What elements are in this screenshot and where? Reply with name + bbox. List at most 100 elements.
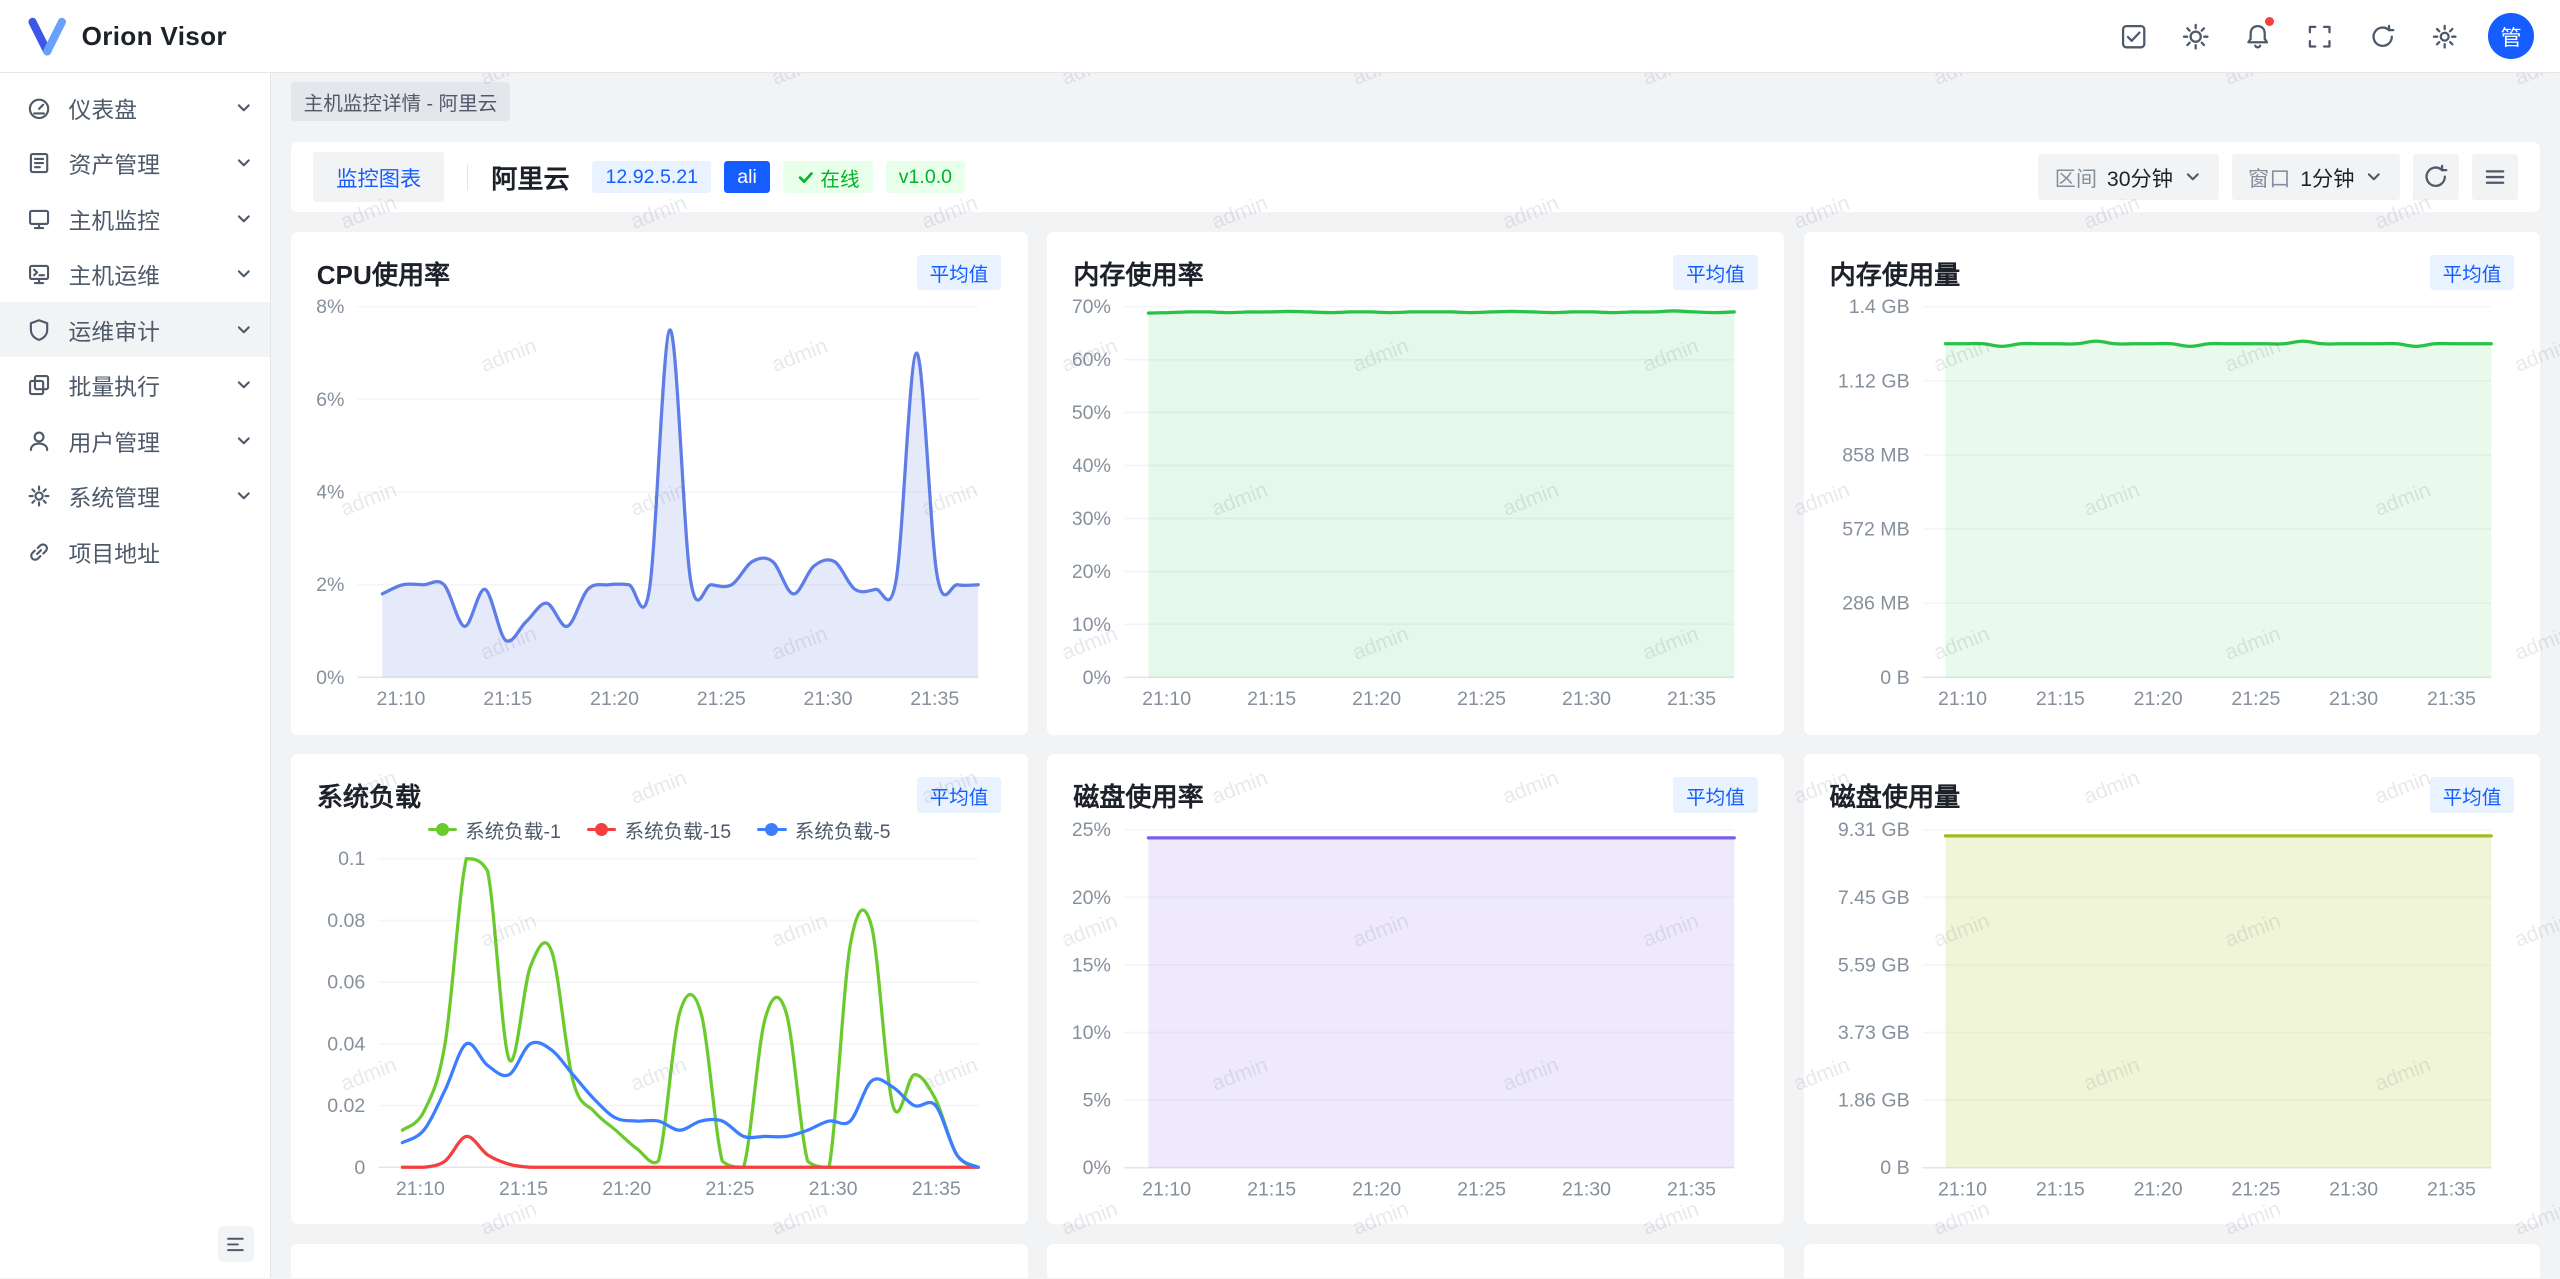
chart-plot-area[interactable]: 0.10.080.060.040.02021:1021:1521:2021:25… [317, 844, 1002, 1203]
window-select-label: 窗口 [2248, 162, 2290, 193]
main-content: 监控图表 阿里云 12.92.5.21 ali 在线 v1.0.0 区间 [271, 122, 2560, 1278]
breadcrumb[interactable]: 主机监控详情 - 阿里云 [291, 82, 511, 121]
theme-toggle-button[interactable] [2172, 12, 2221, 61]
chart-plot-area[interactable]: 70%60%50%40%30%20%10%0%21:1021:1521:2021… [1073, 292, 1758, 713]
notifications-button[interactable] [2234, 12, 2283, 61]
svg-text:20%: 20% [1073, 561, 1111, 583]
chevron-down-icon [234, 486, 254, 506]
svg-text:21:10: 21:10 [1938, 688, 1987, 710]
chart-legend: 系统负载-1 系统负载-15 系统负载-5 [317, 815, 1002, 844]
sidebar-item-label: 主机运维 [69, 257, 218, 291]
chart-card-4: 系统负载 平均值系统负载-1 系统负载-15 系统负载-50.10.080.060.0… [291, 754, 1028, 1224]
chart-canvas: 0.10.080.060.040.02021:1021:1521:2021:25… [317, 844, 1001, 1203]
chart-card-3: 内存使用量平均值1.4 GB1.12 GB858 MB572 MB286 MB0… [1804, 232, 2541, 735]
sidebar-item-label: 资产管理 [69, 146, 218, 180]
chevron-down-icon [234, 320, 254, 340]
interval-select[interactable]: 区间 30分钟 [2038, 154, 2218, 200]
sidebar-item-batch-exec[interactable]: 批量执行 [0, 357, 270, 413]
divider [467, 164, 469, 190]
legend-marker-icon [428, 823, 457, 836]
charts-row-2: 系统负载 平均值系统负载-1 系统负载-15 系统负载-50.10.080.060.0… [291, 754, 2541, 1224]
svg-text:21:10: 21:10 [1938, 1178, 1987, 1200]
svg-text:858 MB: 858 MB [1842, 445, 1909, 467]
svg-text:21:20: 21:20 [2133, 1178, 2182, 1200]
logo-icon [26, 17, 68, 56]
sidebar-item-user-mgmt[interactable]: 用户管理 [0, 413, 270, 469]
chart-plot-area[interactable]: 25%20%15%10%5%0%21:1021:1521:2021:2521:3… [1073, 815, 1758, 1204]
sidebar-item-host-ops[interactable]: 主机运维 [0, 246, 270, 302]
chart-title: 磁盘使用率 [1073, 776, 1204, 814]
chart-card-6: 磁盘使用量平均值9.31 GB7.45 GB5.59 GB3.73 GB1.86… [1804, 754, 2541, 1224]
avg-value-badge: 平均值 [917, 777, 1002, 813]
svg-text:21:30: 21:30 [2329, 688, 2378, 710]
sidebar-item-system-mgmt[interactable]: 系统管理 [0, 468, 270, 524]
sidebar-item-assets[interactable]: 资产管理 [0, 135, 270, 191]
legend-item[interactable]: 系统负载-1 [428, 815, 561, 844]
dashboard-icon [26, 95, 52, 121]
svg-text:70%: 70% [1073, 296, 1111, 318]
host-toolbar: 监控图表 阿里云 12.92.5.21 ali 在线 v1.0.0 区间 [291, 142, 2541, 212]
reload-button[interactable] [2358, 12, 2407, 61]
chart-title: 系统负载 [317, 776, 421, 814]
legend-item[interactable]: 系统负载-5 [757, 815, 890, 844]
host-ip-tag: 12.92.5.21 [592, 161, 711, 194]
user-avatar[interactable]: 管 [2488, 13, 2534, 59]
chart-card-partial [1047, 1244, 1784, 1278]
assets-icon [26, 150, 52, 176]
legend-item[interactable]: 系统负载-15 [587, 815, 731, 844]
chart-canvas: 25%20%15%10%5%0%21:1021:1521:2021:2521:3… [1073, 815, 1757, 1204]
sidebar-item-label: 运维审计 [69, 313, 218, 347]
sidebar-item-host-monitor[interactable]: 主机监控 [0, 191, 270, 247]
sidebar-item-label: 批量执行 [69, 368, 218, 402]
chart-title: 内存使用率 [1073, 254, 1204, 292]
svg-text:0: 0 [354, 1157, 365, 1179]
svg-text:0%: 0% [317, 667, 344, 689]
chevron-down-icon [2364, 167, 2384, 187]
svg-text:10%: 10% [1073, 614, 1111, 636]
chevron-down-icon [234, 264, 254, 284]
window-select[interactable]: 窗口 1分钟 [2232, 154, 2400, 200]
batch-exec-icon [26, 372, 52, 398]
svg-text:0 B: 0 B [1880, 667, 1909, 689]
legend-marker-icon [587, 823, 616, 836]
chart-plot-area[interactable]: 1.4 GB1.12 GB858 MB572 MB286 MB0 B21:102… [1830, 292, 2515, 713]
svg-text:3.73 GB: 3.73 GB [1838, 1022, 1910, 1044]
todo-button[interactable] [2110, 12, 2159, 61]
svg-text:5.59 GB: 5.59 GB [1838, 954, 1910, 976]
refresh-charts-button[interactable] [2413, 154, 2459, 200]
chart-card-1: CPU使用率平均值8%6%4%2%0%21:1021:1521:2021:252… [291, 232, 1028, 735]
chart-plot-area[interactable]: 9.31 GB7.45 GB5.59 GB3.73 GB1.86 GB0 B21… [1830, 815, 2515, 1204]
svg-text:21:20: 21:20 [590, 688, 639, 710]
avg-value-badge: 平均值 [1673, 255, 1758, 291]
sidebar-item-label: 用户管理 [69, 424, 218, 458]
sidebar-item-project-link[interactable]: 项目地址 [0, 524, 270, 580]
chart-plot-area[interactable]: 8%6%4%2%0%21:1021:1521:2021:2521:3021:35 [317, 292, 1002, 713]
legend-marker-icon [757, 823, 786, 836]
project-link-icon [26, 539, 52, 565]
sidebar-item-dashboard[interactable]: 仪表盘 [0, 80, 270, 136]
svg-text:21:10: 21:10 [1142, 688, 1191, 710]
chart-title: CPU使用率 [317, 254, 450, 292]
collapse-sidebar-button[interactable] [218, 1226, 254, 1262]
host-code-tag: ali [724, 161, 770, 194]
notification-dot [2265, 17, 2275, 27]
settings-button[interactable] [2420, 12, 2469, 61]
charts-row-1: CPU使用率 平均值 8%6%4%2%0%21:1021:1521:2021:252… [291, 232, 2541, 735]
charts-row-partial [291, 1244, 2541, 1278]
app-logo: Orion Visor [26, 17, 227, 56]
chart-card-partial [291, 1244, 1028, 1278]
chart-canvas: 1.4 GB1.12 GB858 MB572 MB286 MB0 B21:102… [1830, 292, 2514, 713]
host-monitor-icon [26, 206, 52, 232]
sidebar-item-ops-audit[interactable]: 运维审计 [0, 302, 270, 358]
svg-text:1.4 GB: 1.4 GB [1848, 296, 1909, 318]
svg-text:60%: 60% [1073, 349, 1111, 371]
chart-card-5: 磁盘使用率平均值25%20%15%10%5%0%21:1021:1521:202… [1047, 754, 1784, 1224]
svg-text:21:30: 21:30 [1562, 688, 1611, 710]
chevron-down-icon [234, 98, 254, 118]
breadcrumb-row: 主机监控详情 - 阿里云 [271, 80, 2560, 122]
svg-text:8%: 8% [317, 296, 344, 318]
monitor-chart-tab[interactable]: 监控图表 [313, 152, 444, 203]
chart-menu-button[interactable] [2472, 154, 2518, 200]
main-area: 主机监控详情 - 阿里云 监控图表 阿里云 12.92.5.21 ali 在线 [271, 73, 2560, 1278]
fullscreen-button[interactable] [2296, 12, 2345, 61]
